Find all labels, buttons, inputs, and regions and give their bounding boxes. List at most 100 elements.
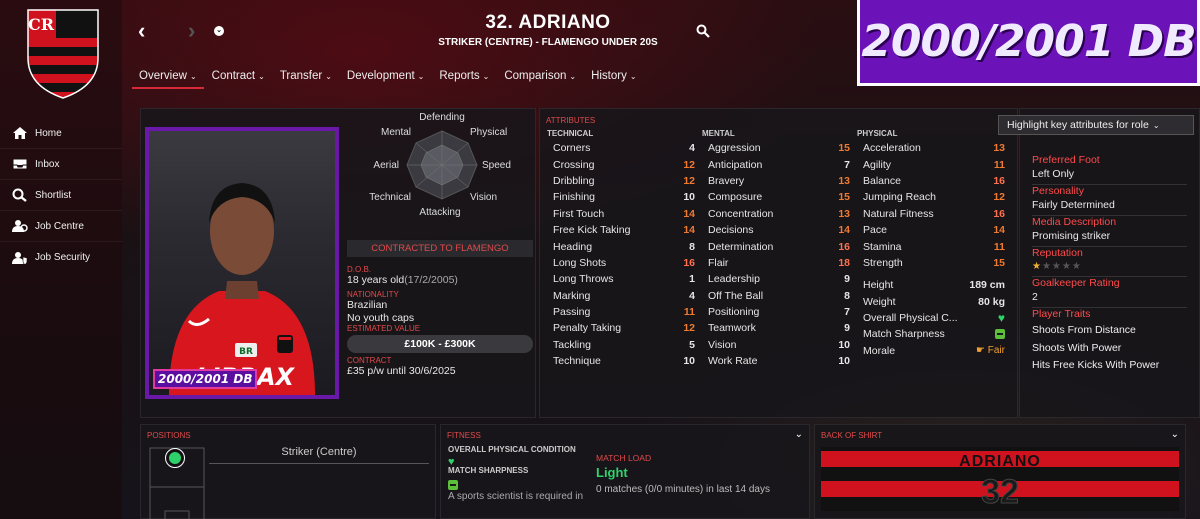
match-sharpness-row[interactable]: Match Sharpness <box>857 326 1005 342</box>
attribute-name: Bravery <box>708 174 745 187</box>
dob-label: D.O.B. <box>347 265 372 274</box>
technical-column: TECHNICAL Corners 4 Crossing 12 Dribbling 12 F… <box>547 129 695 369</box>
attribute-row[interactable]: Teamwork 9 <box>702 320 850 336</box>
estimated-value-bar[interactable]: £100K - £300K <box>347 335 533 353</box>
chevron-down-icon[interactable]: ⌄ <box>795 429 803 440</box>
forward-arrow-icon[interactable]: › <box>188 18 195 44</box>
attribute-value: 15 <box>993 256 1005 269</box>
chevron-down-icon: ⌄ <box>1152 121 1160 130</box>
attribute-row[interactable]: Concentration 13 <box>702 206 850 222</box>
attribute-row[interactable]: Crossing 12 <box>547 156 695 172</box>
back-arrow-icon[interactable]: ‹ <box>138 18 145 44</box>
search-icon[interactable] <box>696 24 710 38</box>
attribute-row[interactable]: Positioning 7 <box>702 304 850 320</box>
attribute-value: 14 <box>683 207 695 220</box>
attribute-row[interactable]: Balance 16 <box>857 173 1005 189</box>
pitch-diagram[interactable] <box>149 447 205 519</box>
sidebar: CR Home Inbox Shortlist Job Centre Job S… <box>0 0 122 519</box>
attribute-name: Balance <box>863 174 901 187</box>
attribute-row[interactable]: Marking 4 <box>547 288 695 304</box>
dob-value: 18 years old(17/2/2005) <box>347 274 458 286</box>
attribute-value: 4 <box>689 289 695 302</box>
attribute-value: 8 <box>844 289 850 302</box>
attribute-row[interactable]: Aggression 15 <box>702 140 850 156</box>
attribute-row[interactable]: Leadership 9 <box>702 271 850 287</box>
attribute-row[interactable]: Anticipation 7 <box>702 156 850 172</box>
attribute-row[interactable]: Free Kick Taking 14 <box>547 222 695 238</box>
morale-row[interactable]: Morale ☛ Fair <box>857 343 1005 359</box>
radar-label-speed: Speed <box>482 160 511 171</box>
attribute-row[interactable]: Acceleration 13 <box>857 140 1005 156</box>
attribute-row[interactable]: Determination 16 <box>702 238 850 254</box>
attribute-name: Aggression <box>708 142 761 155</box>
attribute-row[interactable]: Strength 15 <box>857 255 1005 271</box>
attribute-row[interactable]: Natural Fitness 16 <box>857 206 1005 222</box>
overall-condition-row[interactable]: Overall Physical C... ♥ <box>857 310 1005 326</box>
attribute-name: Passing <box>553 306 591 319</box>
attribute-row[interactable]: Agility 11 <box>857 156 1005 172</box>
attribute-row[interactable]: Penalty Taking 12 <box>547 320 695 336</box>
player-photo[interactable]: BR LIBRAX 2000/2001 DB <box>145 127 339 399</box>
attribute-name: Free Kick Taking <box>553 224 631 237</box>
tab-history[interactable]: History ⌄ <box>584 68 643 89</box>
sidebar-item-job-centre[interactable]: Job Centre <box>0 211 122 242</box>
attribute-value: 10 <box>683 355 695 368</box>
attribute-row[interactable]: Finishing 10 <box>547 189 695 205</box>
attribute-row[interactable]: Flair 18 <box>702 255 850 271</box>
attribute-row[interactable]: Stamina 11 <box>857 238 1005 254</box>
radar-label-aerial: Aerial <box>373 160 399 171</box>
sidebar-item-label: Home <box>35 127 62 139</box>
tab-development[interactable]: Development ⌄ <box>340 68 431 89</box>
goalkeeper-rating-value: 2 <box>1032 289 1187 308</box>
tab-contract[interactable]: Contract ⌄ <box>205 68 272 89</box>
sidebar-item-inbox[interactable]: Inbox <box>0 149 122 180</box>
tab-comparison[interactable]: Comparison ⌄ <box>497 68 583 89</box>
attribute-name: Work Rate <box>708 355 758 368</box>
attribute-row[interactable]: Passing 11 <box>547 304 695 320</box>
attribute-row[interactable]: Technique 10 <box>547 353 695 369</box>
attribute-row[interactable]: Composure 15 <box>702 189 850 205</box>
attribute-row[interactable]: Vision 10 <box>702 337 850 353</box>
attribute-value: 1 <box>689 273 695 286</box>
attribute-name: Anticipation <box>708 158 763 171</box>
attribute-row[interactable]: Tackling 5 <box>547 337 695 353</box>
star-half-icon: ★ <box>1032 261 1042 272</box>
attribute-row[interactable]: Work Rate 10 <box>702 353 850 369</box>
attribute-value: 14 <box>838 224 850 237</box>
tab-overview[interactable]: Overview ⌄ <box>132 68 204 89</box>
attribute-row[interactable]: Decisions 14 <box>702 222 850 238</box>
tab-reports[interactable]: Reports ⌄ <box>432 68 496 89</box>
attribute-row[interactable]: Dribbling 12 <box>547 173 695 189</box>
attribute-row[interactable]: Pace 14 <box>857 222 1005 238</box>
attribute-value: 13 <box>838 174 850 187</box>
radar-label-technical: Technical <box>369 192 411 203</box>
attribute-row[interactable]: First Touch 14 <box>547 206 695 222</box>
history-dropdown-icon[interactable]: ⌄ <box>214 26 224 36</box>
attribute-value: 18 <box>838 256 850 269</box>
attribute-name: Off The Ball <box>708 289 764 302</box>
sidebar-item-job-security[interactable]: Job Security <box>0 242 122 273</box>
chevron-down-icon[interactable]: ⌄ <box>1171 429 1179 440</box>
attribute-row[interactable]: Long Throws 1 <box>547 271 695 287</box>
highlight-attributes-select[interactable]: Highlight key attributes for role ⌄ <box>998 115 1194 135</box>
attribute-row[interactable]: Jumping Reach 12 <box>857 189 1005 205</box>
trait-item[interactable]: Hits Free Kicks With Power <box>1032 359 1187 377</box>
reputation-stars[interactable]: ★★★★★ <box>1032 259 1187 277</box>
tab-transfer[interactable]: Transfer ⌄ <box>273 68 339 89</box>
attribute-name: Tackling <box>553 338 591 351</box>
reputation-label: Reputation <box>1032 247 1083 259</box>
height-row: Height 189 cm <box>863 279 1005 292</box>
sidebar-item-shortlist[interactable]: Shortlist <box>0 180 122 211</box>
attribute-row[interactable]: Heading 8 <box>547 238 695 254</box>
attribute-radar[interactable]: Defending Physical Speed Vision Attackin… <box>347 109 537 229</box>
nationality-value: Brazilian <box>347 299 388 311</box>
attribute-row[interactable]: Off The Ball 8 <box>702 288 850 304</box>
club-crest-icon[interactable]: CR <box>26 8 100 100</box>
attribute-value: 11 <box>993 158 1005 171</box>
attribute-row[interactable]: Long Shots 16 <box>547 255 695 271</box>
attribute-row[interactable]: Corners 4 <box>547 140 695 156</box>
trait-item[interactable]: Shoots With Power <box>1032 342 1187 360</box>
trait-item[interactable]: Shoots From Distance <box>1032 324 1187 342</box>
sidebar-item-home[interactable]: Home <box>0 118 122 149</box>
attribute-row[interactable]: Bravery 13 <box>702 173 850 189</box>
